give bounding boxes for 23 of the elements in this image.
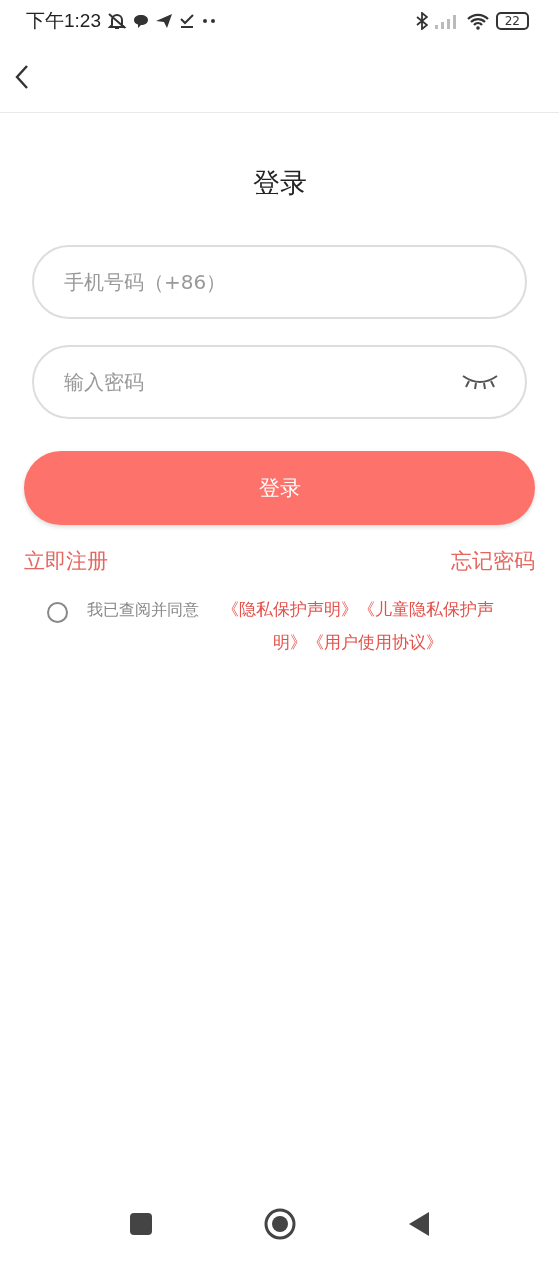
closed-eye-icon[interactable] <box>461 372 499 392</box>
password-input-field[interactable]: 输入密码 <box>32 345 527 419</box>
phone-input-field[interactable]: 手机号码（+86） <box>32 245 527 319</box>
battery-indicator: 22 <box>495 12 529 30</box>
agreement-text: 我已查阅并同意 <box>87 599 199 621</box>
more-dots-icon <box>201 18 217 24</box>
forgot-password-link[interactable]: 忘记密码 <box>451 547 535 575</box>
back-icon[interactable] <box>15 64 29 90</box>
download-check-icon <box>179 13 195 29</box>
chat-bubble-icon <box>133 13 149 29</box>
home-icon[interactable] <box>264 1208 297 1240</box>
send-icon <box>155 13 173 29</box>
policy-links[interactable]: 《隐私保护声明》《儿童隐私保护声明》《用户使用协议》 <box>209 593 507 659</box>
status-time: 下午1:23 <box>26 9 101 33</box>
bluetooth-icon <box>415 12 428 30</box>
muted-bell-icon <box>107 12 127 30</box>
page-title: 登录 <box>251 166 308 200</box>
register-link[interactable]: 立即注册 <box>24 547 108 575</box>
login-button[interactable]: 登录 <box>24 451 535 525</box>
wifi-icon <box>465 12 490 30</box>
agreement-radio[interactable] <box>47 602 68 623</box>
recents-icon[interactable] <box>128 1212 153 1236</box>
back-nav-icon[interactable] <box>408 1211 431 1237</box>
